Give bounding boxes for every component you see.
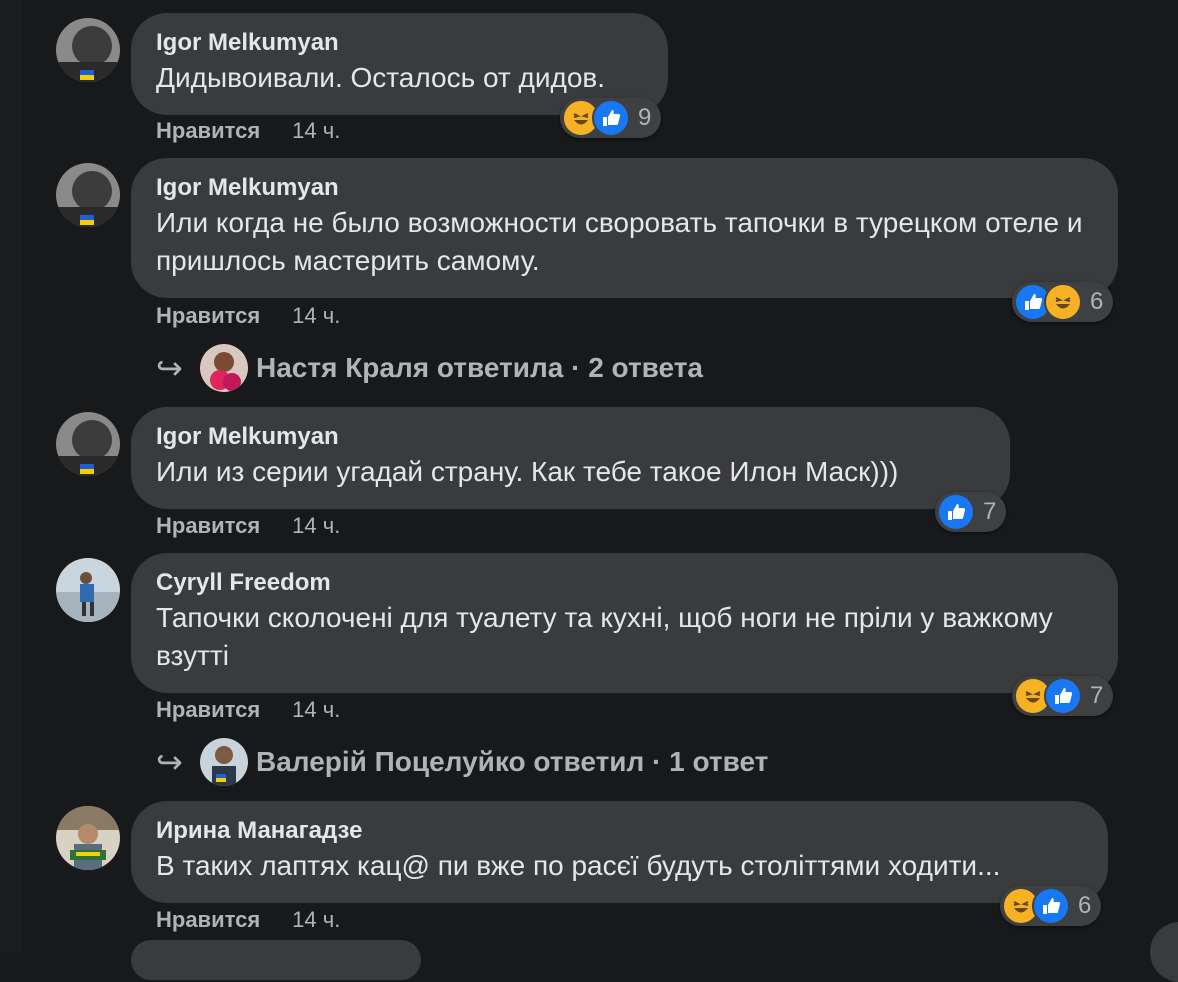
reply-avatar (200, 738, 248, 786)
reaction-summary[interactable]: 6 (1012, 282, 1114, 322)
comment-timestamp[interactable]: 14 ч. (292, 907, 340, 933)
comment-author[interactable]: Igor Melkumyan (156, 172, 1094, 204)
reaction-summary[interactable]: 7 (935, 492, 1007, 532)
comment-timestamp[interactable]: 14 ч. (292, 513, 340, 539)
comment-author[interactable]: Igor Melkumyan (156, 27, 644, 59)
comment-text: Тапочки сколочені для туалету та кухні, … (156, 602, 1061, 671)
like-button[interactable]: Нравится (156, 697, 260, 723)
left-panel-edge (0, 0, 22, 952)
comment-actions: Нравится 14 ч. (156, 118, 340, 144)
comment-timestamp[interactable]: 14 ч. (292, 697, 340, 723)
comment-author[interactable]: Cyryll Freedom (156, 567, 1094, 599)
like-button[interactable]: Нравится (156, 118, 260, 144)
comment-author[interactable]: Igor Melkumyan (156, 421, 986, 453)
comment-timestamp[interactable]: 14 ч. (292, 303, 340, 329)
like-button[interactable]: Нравится (156, 303, 260, 329)
haha-icon (1044, 283, 1082, 321)
comment-timestamp[interactable]: 14 ч. (292, 118, 340, 144)
reaction-count: 9 (638, 104, 652, 131)
like-icon (937, 493, 975, 531)
avatar[interactable] (56, 558, 120, 622)
like-icon (1044, 677, 1082, 715)
comment-actions: Нравится 14 ч. (156, 697, 340, 723)
replies-summary[interactable]: Валерій Поцелуйко ответил · 1 ответ (256, 746, 768, 778)
comment-actions: Нравится 14 ч. (156, 907, 340, 933)
reaction-summary[interactable]: 6 (1000, 886, 1102, 926)
avatar[interactable] (56, 412, 120, 476)
like-icon (1032, 887, 1070, 925)
reply-arrow-icon: ↪ (156, 350, 183, 386)
reaction-count: 6 (1090, 288, 1104, 315)
reaction-count: 7 (983, 498, 997, 525)
avatar[interactable] (56, 18, 120, 82)
reaction-summary[interactable]: 9 (560, 98, 662, 138)
view-replies-link[interactable]: ↪ Валерій Поцелуйко ответил · 1 ответ (156, 738, 768, 786)
comment-text: Дидывоивали. Осталось от дидов. (156, 62, 606, 93)
comment-bubble: Igor Melkumyan Или когда не было возможн… (131, 158, 1118, 298)
comment-bubble: Cyryll Freedom Тапочки сколочені для туа… (131, 553, 1118, 693)
replies-summary[interactable]: Настя Краля ответила · 2 ответа (256, 352, 703, 384)
reaction-count: 7 (1090, 682, 1104, 709)
avatar[interactable] (56, 163, 120, 227)
floating-action-button[interactable] (1150, 922, 1178, 982)
comment-text: В таких лаптях кац@ пи вже по расєї буду… (156, 850, 1001, 881)
view-replies-link[interactable]: ↪ Настя Краля ответила · 2 ответа (156, 344, 703, 392)
next-comment-bubble (131, 940, 421, 980)
comment-actions: Нравится 14 ч. (156, 513, 340, 539)
avatar[interactable] (56, 806, 120, 870)
like-icon (592, 99, 630, 137)
reply-avatar (200, 344, 248, 392)
like-button[interactable]: Нравится (156, 513, 260, 539)
like-button[interactable]: Нравится (156, 907, 260, 933)
comment-text: Или из серии угадай страну. Как тебе так… (156, 456, 899, 487)
reaction-summary[interactable]: 7 (1012, 676, 1114, 716)
comment-bubble: Igor Melkumyan Или из серии угадай стран… (131, 407, 1010, 509)
comment-bubble: Ирина Манагадзе В таких лаптях кац@ пи в… (131, 801, 1108, 903)
comment-author[interactable]: Ирина Манагадзе (156, 815, 1084, 847)
reply-arrow-icon: ↪ (156, 744, 183, 780)
reaction-count: 6 (1078, 892, 1092, 919)
comment-actions: Нравится 14 ч. (156, 303, 340, 329)
comment-text: Или когда не было возможности своровать … (156, 207, 1091, 276)
